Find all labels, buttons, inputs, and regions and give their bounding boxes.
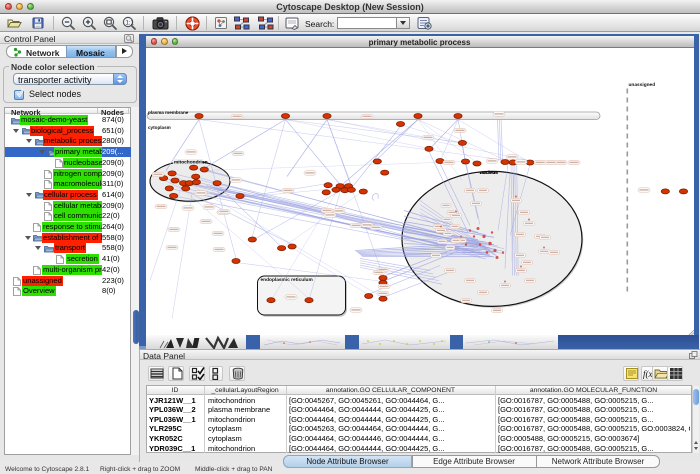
svg-text:endoplasmic reticulum: endoplasmic reticulum xyxy=(261,277,313,283)
svg-text:1:1: 1:1 xyxy=(126,20,135,26)
svg-text:cytoplasm: cytoplasm xyxy=(148,125,171,130)
svg-text:unassigned: unassigned xyxy=(629,82,656,88)
svg-text:mitochondrion: mitochondrion xyxy=(174,159,208,165)
svg-text:plasma membrane: plasma membrane xyxy=(148,110,189,115)
svg-text:nucleus: nucleus xyxy=(480,170,498,176)
